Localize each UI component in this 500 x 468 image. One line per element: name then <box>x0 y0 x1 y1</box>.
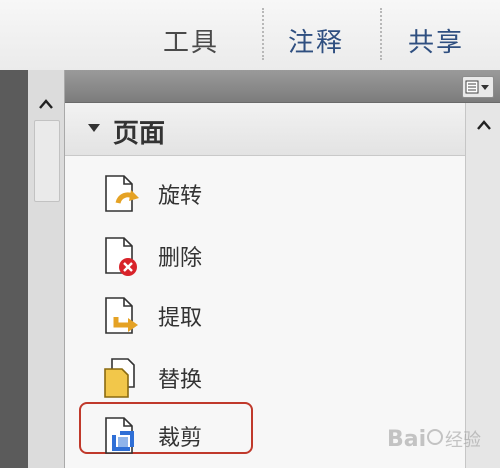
extract-page-item[interactable]: 提取 <box>100 291 320 339</box>
rotate-page-item[interactable]: 旋转 <box>100 169 320 217</box>
replace-page-item[interactable]: 替换 <box>100 353 320 401</box>
delete-label: 删除 <box>158 246 203 271</box>
svg-text:Bai: Bai <box>387 427 426 452</box>
top-toolbar: 工具 注释 共享 <box>0 0 500 70</box>
share-tab[interactable]: 共享 <box>408 22 464 59</box>
annotate-tab[interactable]: 注释 <box>288 22 344 59</box>
chevron-up-icon <box>476 120 491 130</box>
toolbar-separator <box>262 8 264 60</box>
rotate-label: 旋转 <box>158 184 203 209</box>
chevron-up-icon <box>39 99 53 109</box>
crop-label: 裁剪 <box>158 426 203 451</box>
crop-page-item[interactable]: 裁剪 <box>100 411 320 459</box>
tools-tab[interactable]: 工具 <box>163 22 219 59</box>
scroll-up-button[interactable] <box>28 90 64 118</box>
pages-section-header[interactable]: 页面 <box>65 103 465 156</box>
left-scrollbar[interactable] <box>28 70 65 468</box>
crop-page-icon <box>105 417 134 454</box>
scroll-thumb[interactable] <box>34 120 60 202</box>
replace-label: 替换 <box>158 368 203 393</box>
scroll-up-button[interactable] <box>466 111 500 139</box>
panel-header-bar <box>65 70 500 103</box>
extract-page-icon <box>105 297 138 334</box>
section-title: 页面 <box>113 119 166 149</box>
replace-page-icon <box>104 358 135 398</box>
triangle-down-icon <box>88 124 100 132</box>
extract-label: 提取 <box>158 306 203 331</box>
panel-options-button[interactable] <box>462 76 494 98</box>
svg-text:经验: 经验 <box>445 430 481 451</box>
delete-page-icon <box>105 237 137 276</box>
rotate-page-icon <box>105 175 139 212</box>
pages-panel: 页面 旋转 删除 提取 替换 裁剪 <box>65 103 465 468</box>
baidu-watermark-logo: Bai 经验 <box>387 427 481 452</box>
app-window: 工具 注释 共享 页面 旋转 删除 提取 替换 裁剪 Bai 经验 <box>0 0 500 468</box>
document-area-edge <box>0 70 28 468</box>
delete-page-item[interactable]: 删除 <box>100 231 320 279</box>
right-scrollbar[interactable] <box>465 103 500 468</box>
toolbar-separator <box>380 8 382 60</box>
list-options-icon <box>465 80 489 94</box>
